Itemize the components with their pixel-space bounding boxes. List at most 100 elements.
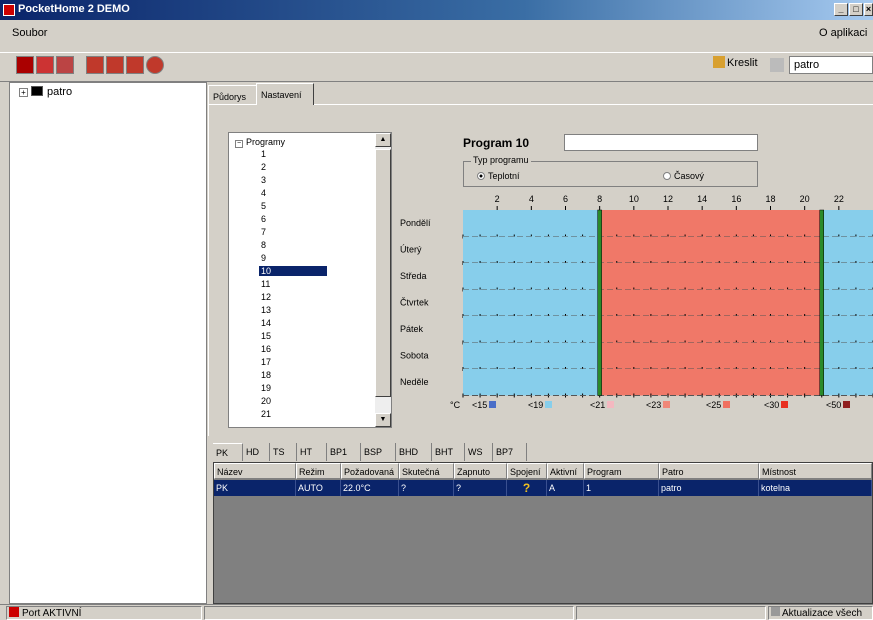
table-cell[interactable]: 1: [584, 480, 659, 496]
table-cell[interactable]: A: [547, 480, 584, 496]
column-header[interactable]: Požadovaná: [341, 463, 399, 479]
program-item[interactable]: 9: [259, 253, 268, 263]
update-all-button[interactable]: Aktualizace všech: [768, 606, 873, 620]
program-name-input[interactable]: [564, 134, 758, 151]
program-item[interactable]: 3: [259, 175, 268, 185]
column-header[interactable]: Místnost: [759, 463, 872, 479]
program-item[interactable]: 7: [259, 227, 268, 237]
table-cell[interactable]: ?: [399, 480, 454, 496]
connection-question-icon[interactable]: ?: [507, 480, 547, 496]
table-cell[interactable]: kotelna: [759, 480, 872, 496]
table-cell[interactable]: patro: [659, 480, 759, 496]
program-item[interactable]: 6: [259, 214, 268, 224]
status-panel-3: [576, 606, 766, 620]
column-header[interactable]: Režim: [296, 463, 341, 479]
device-tab[interactable]: BP7: [493, 443, 527, 461]
program-item[interactable]: 12: [259, 292, 273, 302]
schedule-block: [463, 369, 600, 396]
maximize-button[interactable]: □: [849, 3, 863, 16]
table-cell[interactable]: ?: [454, 480, 507, 496]
floor-field[interactable]: patro: [789, 56, 873, 74]
column-header[interactable]: Aktivní: [547, 463, 584, 479]
program-title: Program 10: [463, 136, 530, 150]
device-tab[interactable]: BSP: [361, 443, 396, 461]
device-tab[interactable]: BHT: [432, 443, 465, 461]
switch-marker: [819, 209, 824, 396]
schedule-block: [463, 316, 600, 343]
legend-swatch: [843, 401, 851, 408]
device-tab[interactable]: BHD: [396, 443, 432, 461]
hour-label: 10: [629, 194, 639, 204]
hour-label: 20: [800, 194, 810, 204]
program-item[interactable]: 18: [259, 370, 273, 380]
schedule-block: [821, 236, 873, 263]
radio-casovy[interactable]: Časový: [663, 171, 704, 181]
hour-label: 16: [731, 194, 741, 204]
program-item[interactable]: 21: [259, 409, 273, 419]
scroll-thumb[interactable]: [375, 149, 391, 397]
column-header[interactable]: Název: [214, 463, 296, 479]
program-item[interactable]: 13: [259, 305, 273, 315]
program-item[interactable]: 19: [259, 383, 273, 393]
device-tab[interactable]: TS: [270, 443, 297, 461]
wizard-icon[interactable]: [36, 56, 54, 74]
stop-icon[interactable]: [146, 56, 164, 74]
radio-teplotni[interactable]: Teplotní: [477, 171, 520, 181]
signal-icon[interactable]: [56, 56, 74, 74]
column-header[interactable]: Patro: [659, 463, 759, 479]
device-tab[interactable]: BP1: [327, 443, 361, 461]
tab-pudorys[interactable]: Půdorys: [208, 85, 257, 105]
program-item[interactable]: 20: [259, 396, 273, 406]
program-item[interactable]: 1: [259, 149, 268, 159]
programs-root[interactable]: − Programy: [235, 137, 285, 148]
program-list-scrollbar[interactable]: ▲ ▼: [375, 133, 391, 427]
arrow-up-icon[interactable]: [86, 56, 104, 74]
house-icon[interactable]: [16, 56, 34, 74]
legend-swatch: [781, 401, 789, 408]
app-icon: [3, 4, 15, 16]
floor-tree[interactable]: + patro: [9, 82, 207, 604]
table-cell[interactable]: PK: [214, 480, 296, 496]
menu-bar: Soubor O aplikaci: [0, 20, 873, 52]
program-item[interactable]: 11: [259, 279, 272, 289]
floor-icon: [31, 86, 43, 96]
scroll-down-icon[interactable]: ▼: [375, 413, 391, 427]
program-item[interactable]: 15: [259, 331, 273, 341]
menu-about[interactable]: O aplikaci: [819, 27, 867, 39]
tree-node-patro[interactable]: + patro: [19, 86, 72, 98]
minimize-button[interactable]: _: [834, 3, 848, 16]
program-item[interactable]: 4: [259, 188, 268, 198]
schedule-svg[interactable]: 2 4 6 8 10 12 14 16 18 20 22 Pondělí Úterý Středa Čtvr…: [395, 190, 873, 400]
scroll-up-icon[interactable]: ▲: [375, 133, 391, 147]
program-item[interactable]: 8: [259, 240, 268, 250]
device-table[interactable]: Název Režim Požadovaná Skutečná Zapnuto Spoje…: [213, 462, 873, 604]
program-item[interactable]: 14: [259, 318, 273, 328]
program-item[interactable]: 10: [259, 266, 327, 276]
program-item[interactable]: 17: [259, 357, 273, 367]
table-cell[interactable]: AUTO: [296, 480, 341, 496]
tab-nastaveni[interactable]: Nastavení: [256, 83, 314, 105]
schedule-block: [463, 263, 600, 290]
column-header[interactable]: Zapnuto: [454, 463, 507, 479]
program-item[interactable]: 16: [259, 344, 273, 354]
device-tab[interactable]: HD: [243, 443, 270, 461]
menu-soubor[interactable]: Soubor: [12, 27, 47, 39]
device-tab[interactable]: WS: [465, 443, 493, 461]
expand-icon[interactable]: +: [19, 88, 28, 97]
program-item[interactable]: 5: [259, 201, 268, 211]
schedule-block: [599, 263, 822, 290]
table-cell[interactable]: 22.0°C: [341, 480, 399, 496]
column-header[interactable]: Spojení: [507, 463, 547, 479]
program-item[interactable]: 2: [259, 162, 268, 172]
arrow-down-icon[interactable]: [106, 56, 124, 74]
program-list[interactable]: − Programy 1 2 3 4 5 6 7 8 9 10 11 12 13 14 15 16 17 18 19 2…: [228, 132, 392, 428]
column-header[interactable]: Program: [584, 463, 659, 479]
schedule-block: [821, 263, 873, 290]
letter-a-icon[interactable]: [126, 56, 144, 74]
device-tab[interactable]: HT: [297, 443, 327, 461]
weekly-schedule[interactable]: 2 4 6 8 10 12 14 16 18 20 22 Pondělí Úterý Středa Čtvr…: [395, 190, 873, 420]
close-button[interactable]: ×: [864, 3, 873, 16]
draw-button[interactable]: Kreslit: [713, 56, 773, 74]
column-header[interactable]: Skutečná: [399, 463, 454, 479]
device-tab[interactable]: PK: [213, 443, 243, 461]
